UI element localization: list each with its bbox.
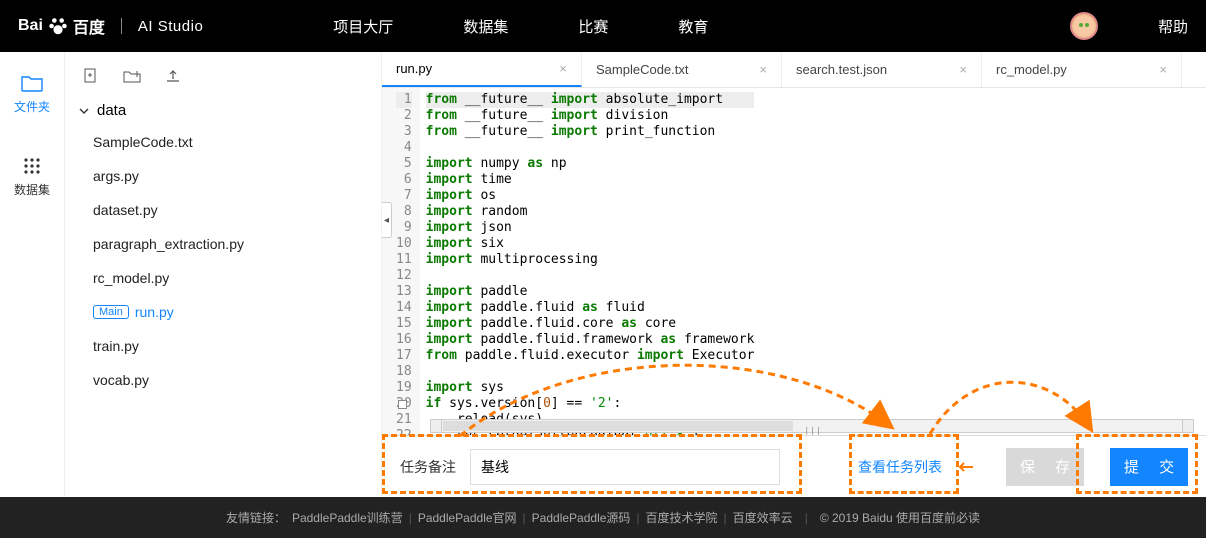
editor-tabs: run.py×SampleCode.txt×search.test.json×r…: [382, 52, 1206, 88]
file-paragraph_extraction-py[interactable]: paragraph_extraction.py: [75, 227, 371, 261]
footer: 友情链接： PaddlePaddle训练营|PaddlePaddle官网|Pad…: [0, 497, 1206, 538]
close-icon[interactable]: ×: [1159, 62, 1167, 77]
folder-data[interactable]: data: [75, 96, 371, 125]
collapse-sidebar-icon[interactable]: ◂: [382, 202, 392, 238]
chevron-down-icon: [79, 106, 89, 116]
note-label: 任务备注: [400, 457, 456, 477]
file-SampleCode-txt[interactable]: SampleCode.txt: [75, 125, 371, 159]
nav-education[interactable]: 教育: [678, 16, 708, 37]
file-rc_model-py[interactable]: rc_model.py: [75, 261, 371, 295]
horizontal-scrollbar[interactable]: |||: [430, 419, 1194, 433]
upload-icon[interactable]: [165, 68, 181, 84]
tab-SampleCode-txt[interactable]: SampleCode.txt×: [582, 52, 782, 87]
view-tasks-link[interactable]: 查看任务列表: [858, 457, 942, 477]
note-input[interactable]: [470, 449, 780, 485]
logo[interactable]: Bai百度 AI Studio: [18, 14, 203, 38]
main-badge: Main: [93, 305, 129, 319]
file-dataset-py[interactable]: dataset.py: [75, 193, 371, 227]
file-train-py[interactable]: train.py: [75, 329, 371, 363]
file-run-py[interactable]: Mainrun.py: [75, 295, 371, 329]
nav-datasets[interactable]: 数据集: [463, 16, 508, 37]
paw-icon: [47, 15, 69, 37]
datasets-icon: [21, 155, 43, 175]
new-folder-icon[interactable]: [123, 68, 141, 84]
save-button[interactable]: 保 存: [1006, 448, 1084, 486]
help-link[interactable]: 帮助: [1158, 16, 1188, 37]
code-body[interactable]: from __future__ import absolute_importfr…: [420, 88, 755, 435]
close-icon[interactable]: ×: [759, 62, 767, 77]
file-panel: data SampleCode.txtargs.pydataset.pypara…: [65, 52, 381, 497]
close-icon[interactable]: ×: [959, 62, 967, 77]
line-gutter: 123456789101112131415161718192021222324: [382, 88, 420, 435]
footer-link[interactable]: PaddlePaddle源码: [532, 511, 631, 525]
task-bar: 任务备注 查看任务列表 保 存 提 交: [382, 435, 1206, 497]
new-file-icon[interactable]: [83, 68, 99, 84]
arrow-left-icon: [958, 461, 974, 473]
footer-link[interactable]: PaddlePaddle官网: [418, 511, 517, 525]
footer-link[interactable]: 百度技术学院: [646, 511, 718, 525]
footer-copyright: © 2019 Baidu 使用百度前必读: [820, 509, 980, 526]
tab-run-py[interactable]: run.py×: [382, 52, 582, 87]
tab-search-test-json[interactable]: search.test.json×: [782, 52, 982, 87]
rail-datasets[interactable]: 数据集: [14, 155, 50, 198]
folder-icon: [21, 74, 43, 92]
footer-link[interactable]: 百度效率云: [733, 511, 793, 525]
top-nav: Bai百度 AI Studio 项目大厅 数据集 比赛 教育 帮助: [0, 0, 1206, 52]
footer-prefix: 友情链接：: [226, 509, 286, 526]
editor-pane: ◂ run.py×SampleCode.txt×search.test.json…: [381, 52, 1206, 497]
left-rail: 文件夹 数据集: [0, 52, 65, 497]
close-icon[interactable]: ×: [559, 61, 567, 76]
avatar[interactable]: [1070, 12, 1098, 40]
rail-files[interactable]: 文件夹: [14, 74, 50, 115]
nav-projects[interactable]: 项目大厅: [333, 16, 393, 37]
file-args-py[interactable]: args.py: [75, 159, 371, 193]
nav-contest[interactable]: 比赛: [578, 16, 608, 37]
file-vocab-py[interactable]: vocab.py: [75, 363, 371, 397]
tab-rc_model-py[interactable]: rc_model.py×: [982, 52, 1182, 87]
submit-button[interactable]: 提 交: [1110, 448, 1188, 486]
footer-link[interactable]: PaddlePaddle训练营: [292, 511, 403, 525]
